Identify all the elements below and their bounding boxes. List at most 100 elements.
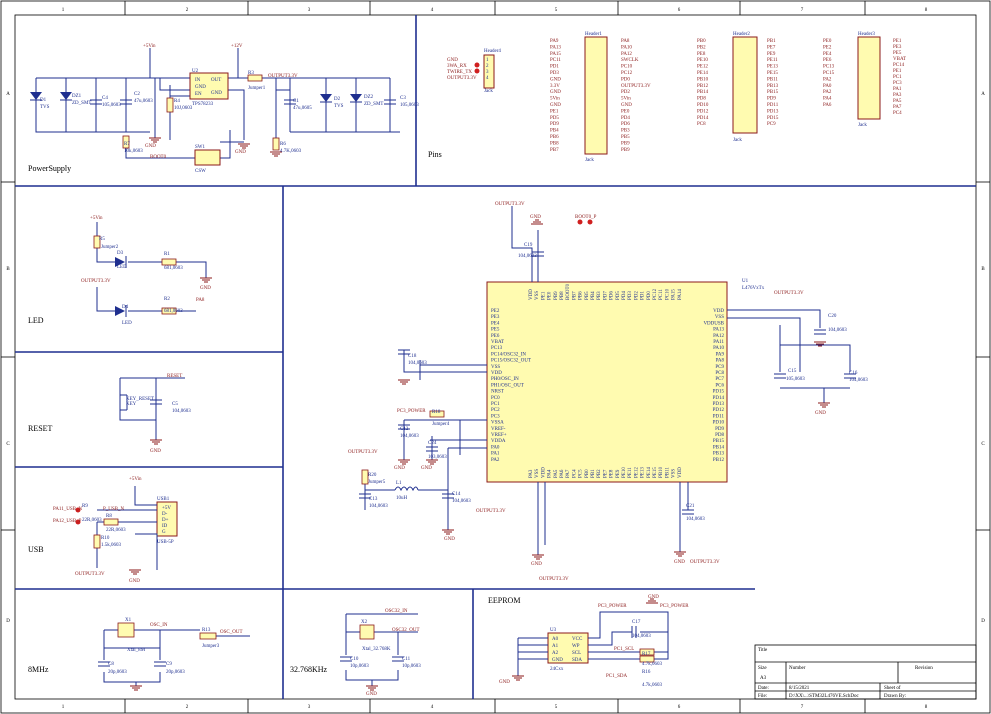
- net-out33-power: OUTPUT3.3V: [268, 74, 298, 79]
- dz1-value: ZD_SMT: [72, 101, 91, 106]
- c10-value: 10p,0603: [350, 664, 369, 669]
- col-4-bottom: 4: [431, 705, 434, 710]
- l1-ref: L1: [396, 481, 402, 486]
- mcu-top-pin-12: PD7: [603, 291, 608, 300]
- header3-block: Header3 Jack PE0PE2PE4PE6PC13PC15PA2PA0P…: [823, 32, 906, 128]
- boot0-marker-2: [587, 219, 593, 225]
- header1-ref: Header1: [585, 32, 602, 37]
- gnd-label-2: GND: [235, 150, 246, 155]
- mcu-top-pin-3: PE0: [548, 291, 553, 300]
- h1-right-8: PD2: [621, 90, 630, 95]
- r18-ref: R18: [432, 410, 441, 415]
- d3-value: LED: [117, 265, 127, 270]
- r8-ref: R8: [106, 514, 112, 519]
- mcu-bottom-pin-18: PE13: [641, 467, 646, 478]
- net-boot0-p: BOOT0_P: [575, 215, 597, 220]
- header2-ref: Header2: [733, 32, 750, 37]
- led-block: R5 Jumper2 D3 LED R1 681,0603 D4 LED R2 …: [81, 216, 212, 326]
- usb1-pin-id: ID: [162, 524, 168, 529]
- h4-label-1: GND: [447, 58, 458, 63]
- mcu-right-pin-2: VDDUSB: [703, 321, 724, 326]
- h4-label-4: OUTPUT3.3V: [447, 76, 477, 81]
- c21-ref: C21: [686, 504, 695, 509]
- h3-left-10: PA6: [823, 103, 832, 108]
- c13-value: 104,0603: [369, 504, 388, 509]
- mcu-top-pin-8: PB6: [579, 291, 584, 300]
- r1-ref: R1: [164, 252, 170, 257]
- section-title-reset: RESET: [28, 424, 53, 433]
- gnd-label-osc32: GND: [366, 692, 377, 697]
- h3-right-6: PC1: [893, 75, 902, 80]
- mcu-bottom-pin-1: VSS: [535, 469, 540, 478]
- c15-value: 105,0603: [786, 377, 805, 382]
- mcu-left-pin-1: PE3: [491, 315, 500, 320]
- mcu-left-pin-4: PE6: [491, 334, 500, 339]
- drawn-label: Drawn By:: [884, 694, 906, 699]
- row-a-right: A: [981, 92, 985, 97]
- mcu-left-pin-14: PC0: [491, 396, 500, 401]
- c14-value: 104,0603: [452, 499, 471, 504]
- mcu-top-pin-10: PB4: [591, 291, 596, 300]
- mcu-left-pin-20: VREF+: [491, 433, 507, 438]
- mcu-top-pin-13: PD6: [610, 291, 615, 300]
- r8-value: 22R,0603: [106, 528, 126, 533]
- size-value: A3: [760, 676, 767, 681]
- col-7-bottom: 7: [801, 705, 804, 710]
- gnd-label-mcu-bottom2: GND: [531, 562, 542, 567]
- mcu-top-pin-9: PB5: [585, 291, 590, 300]
- mcu-right-pin-24: PB12: [713, 458, 725, 463]
- mcu-top-pin-15: PD4: [622, 291, 627, 300]
- h2-left-11: PD12: [697, 109, 709, 114]
- c5-ref: C5: [172, 402, 178, 407]
- mcu-right-pin-4: PA12: [713, 334, 724, 339]
- dz2-value: ZD_SMT: [364, 102, 383, 107]
- gnd-label-mcu-top: GND: [530, 215, 541, 220]
- x1-value: Xtal_8M: [127, 648, 146, 653]
- net-out33-mcu-right: OUTPUT3.3V: [774, 291, 804, 296]
- sw1-ref: SW1: [195, 145, 206, 150]
- row-c-right: C: [981, 442, 985, 447]
- usb1-value: USB-5P: [157, 540, 174, 545]
- h3-right-11: PA7: [893, 105, 902, 110]
- h3-right-3: VBAT: [893, 57, 906, 62]
- mcu-left-pin-15: PC1: [491, 402, 500, 407]
- h2-left-3: PE10: [697, 58, 708, 63]
- c3-value: 105,0603: [400, 103, 419, 108]
- col-3: 3: [308, 8, 311, 13]
- r17-ref: R17: [642, 652, 651, 657]
- net-osc-in: OSC_IN: [150, 623, 168, 628]
- h1-left-0: PA9: [550, 39, 559, 44]
- h1-left-15: PB6: [550, 135, 559, 140]
- col-6-bottom: 6: [678, 705, 681, 710]
- r4-value: 10J,0603: [174, 106, 193, 111]
- net-out33-usb: OUTPUT3.3V: [75, 572, 105, 577]
- u2-pin-en: EN: [195, 92, 202, 97]
- c19-value: 104,0603: [518, 254, 537, 259]
- net-5vin-power: +5Vin: [143, 44, 156, 49]
- h1-left-1: PA13: [550, 45, 561, 50]
- c24-ref: C24: [428, 441, 437, 446]
- h1-right-1: PA10: [621, 45, 632, 50]
- c16-ref: C16: [849, 371, 858, 376]
- col-7: 7: [801, 8, 804, 13]
- h3-right-10: PA5: [893, 99, 902, 104]
- mcu-top-pin-20: PC12: [653, 288, 658, 300]
- mcu-left-pin-19: VREF-: [491, 427, 506, 432]
- net-5vin-usb: +5Vin: [129, 477, 142, 482]
- mcu-top-pin-24: PA14: [678, 289, 683, 300]
- net-reset: RESET: [167, 374, 182, 379]
- mcu-bottom-pin-12: PE7: [603, 469, 608, 478]
- h3-left-1: PE2: [823, 45, 832, 50]
- gnd-label-1: GND: [145, 144, 156, 149]
- mcu-right-pin-8: PA8: [716, 359, 725, 364]
- key-ref: KEY: [126, 402, 137, 407]
- col-2: 2: [186, 8, 189, 13]
- mcu-right-pin-0: VDD: [713, 309, 724, 314]
- h1-right-2: PA12: [621, 52, 632, 57]
- mcu-right-pin-7: PA9: [716, 352, 725, 357]
- mcu-top-pin-16: PD3: [628, 291, 633, 300]
- mcu-bottom-pin-21: PB10: [659, 466, 664, 478]
- h1-left-8: GND: [550, 90, 561, 95]
- h1-left-11: PE1: [550, 109, 559, 114]
- mcu-right-pin-12: PC6: [715, 383, 724, 388]
